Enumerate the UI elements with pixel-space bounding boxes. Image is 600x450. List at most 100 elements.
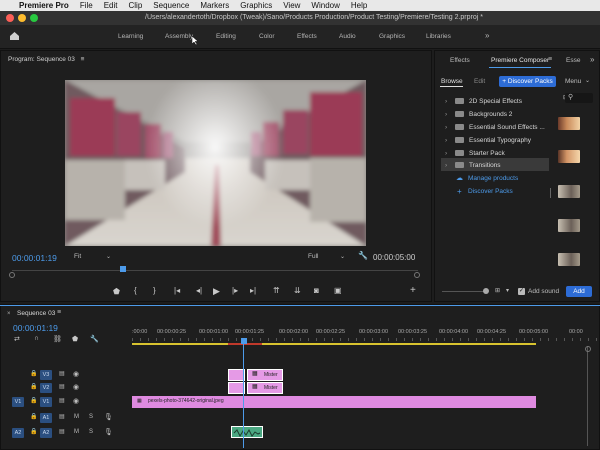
go-to-out-icon[interactable]: ▸| <box>250 286 256 295</box>
program-playhead[interactable] <box>120 266 126 272</box>
program-playhead-timecode[interactable]: 00:00:01:19 <box>12 253 57 263</box>
discover-packs-link[interactable]: Discover Packs <box>468 188 513 195</box>
clip-mister-v3[interactable]: ▦ Mister <box>247 369 283 381</box>
time-ruler[interactable] <box>132 338 600 341</box>
add-button-icon[interactable]: + <box>410 285 416 296</box>
panel-menu-icon[interactable]: ≡ <box>57 309 61 316</box>
transition-thumbnail[interactable] <box>558 150 580 163</box>
solo-button[interactable]: S <box>89 414 93 420</box>
workspace-learning[interactable]: Learning <box>118 33 143 40</box>
clip-mister-v2[interactable]: ▦ Mister <box>247 382 283 394</box>
workspace-libraries[interactable]: Libraries <box>426 33 451 40</box>
eye-icon[interactable]: ◉ <box>73 370 79 378</box>
more-tabs-icon[interactable]: » <box>590 55 594 64</box>
lock-icon[interactable]: 🔒 <box>30 370 37 377</box>
workspace-effects[interactable]: Effects <box>297 33 317 40</box>
workspace-assembly[interactable]: Assembly <box>165 33 193 40</box>
filter-icon[interactable]: ▾ <box>506 287 509 294</box>
close-sequence-icon[interactable]: × <box>7 311 11 317</box>
sync-lock-icon[interactable]: ▤ <box>59 397 65 404</box>
menu-view[interactable]: View <box>283 1 300 10</box>
lock-icon[interactable]: 🔒 <box>30 383 37 390</box>
workspace-editing[interactable]: Editing <box>216 33 236 40</box>
search-input[interactable]: ⚲ <box>565 93 593 103</box>
sync-lock-icon[interactable]: ▤ <box>59 413 65 420</box>
track-target-a2[interactable]: A2 <box>40 428 52 438</box>
audio-clip-a2[interactable] <box>231 426 263 438</box>
minimize-window-button[interactable] <box>18 14 26 22</box>
menu-edit[interactable]: Edit <box>104 1 118 10</box>
menu-window[interactable]: Window <box>311 1 339 10</box>
manage-products-link[interactable]: Manage products <box>468 175 518 182</box>
timeline-settings-icon[interactable]: 🔧 <box>90 335 99 343</box>
sync-lock-icon[interactable]: ▤ <box>59 370 65 377</box>
scrubber-end-handle[interactable] <box>414 272 420 278</box>
zoom-window-button[interactable] <box>30 14 38 22</box>
scrubber-start-handle[interactable] <box>9 272 15 278</box>
edit-tab[interactable]: Edit <box>474 78 485 85</box>
more-workspaces-icon[interactable]: » <box>485 31 489 40</box>
snap-icon[interactable]: ∩ <box>34 335 39 342</box>
lift-icon[interactable]: ⇈ <box>273 286 280 295</box>
track-target-v3[interactable]: V3 <box>40 370 52 380</box>
transition-thumbnail[interactable] <box>558 219 580 232</box>
sync-lock-icon[interactable]: ▤ <box>59 383 65 390</box>
add-marker-icon[interactable]: ⬟ <box>113 287 120 296</box>
lock-icon[interactable]: 🔒 <box>30 428 37 435</box>
go-to-in-icon[interactable]: |◂ <box>174 286 180 295</box>
add-marker-icon[interactable]: ⬟ <box>72 335 78 343</box>
folder-2d-special-effects[interactable]: › 2D Special Effects <box>445 95 522 107</box>
solo-button[interactable]: S <box>89 429 93 435</box>
export-frame-icon[interactable]: ◙ <box>314 286 319 295</box>
panel-resize-handle[interactable] <box>550 188 551 198</box>
mark-in-icon[interactable]: { <box>134 286 137 295</box>
zoom-dropdown-icon[interactable]: ⌄ <box>106 253 111 260</box>
step-back-icon[interactable]: ◂| <box>196 286 202 295</box>
lock-icon[interactable]: 🔒 <box>30 413 37 420</box>
track-target-v2[interactable]: V2 <box>40 383 52 393</box>
play-icon[interactable]: ▶ <box>213 286 220 297</box>
workspace-graphics[interactable]: Graphics <box>379 33 405 40</box>
mute-button[interactable]: M <box>74 429 79 435</box>
menu-markers[interactable]: Markers <box>200 1 229 10</box>
eye-icon[interactable]: ◉ <box>73 383 79 391</box>
menu-clip[interactable]: Clip <box>129 1 143 10</box>
extract-icon[interactable]: ⇊ <box>294 286 301 295</box>
timeline-playhead[interactable] <box>241 338 247 344</box>
add-button[interactable]: Add <box>566 286 592 297</box>
wrench-icon[interactable]: 🔧 <box>358 251 368 260</box>
zoom-level-select[interactable]: Fit <box>74 253 81 260</box>
nest-icon[interactable]: ⇄ <box>14 335 20 343</box>
workspace-audio[interactable]: Audio <box>339 33 356 40</box>
folder-essential-typography[interactable]: › Essential Typography <box>445 134 531 146</box>
mute-button[interactable]: M <box>74 414 79 420</box>
source-patch-v1[interactable]: V1 <box>12 397 24 407</box>
timeline-scrollbar[interactable] <box>585 346 591 446</box>
sync-lock-icon[interactable]: ▤ <box>59 428 65 435</box>
mark-out-icon[interactable]: } <box>153 286 156 295</box>
folder-essential-sound-effects[interactable]: › Essential Sound Effects ... <box>445 121 545 133</box>
microphone-icon[interactable]: 🎙 <box>104 413 113 421</box>
panel-menu-icon[interactable]: ≡ <box>81 56 85 63</box>
menu-file[interactable]: File <box>80 1 93 10</box>
add-sound-checkbox[interactable]: ✓ <box>518 288 525 295</box>
menu-graphics[interactable]: Graphics <box>240 1 272 10</box>
source-patch-a2[interactable]: A2 <box>12 428 24 438</box>
track-target-a1[interactable]: A1 <box>40 413 52 423</box>
program-scrubber-track[interactable] <box>12 270 418 271</box>
menu-dropdown[interactable]: Menu <box>565 78 581 85</box>
resolution-select[interactable]: Full <box>308 253 318 260</box>
transition-thumbnail[interactable] <box>558 117 580 130</box>
tab-premiere-composer[interactable]: Premiere Composer <box>491 57 549 64</box>
browse-tab[interactable]: Browse <box>441 78 463 85</box>
eye-icon[interactable]: ◉ <box>73 397 79 405</box>
work-area-bar[interactable] <box>132 343 536 345</box>
close-window-button[interactable] <box>6 14 14 22</box>
discover-packs-button[interactable]: + Discover Packs <box>499 76 556 87</box>
comparison-view-icon[interactable]: ▣ <box>334 286 342 295</box>
folder-backgrounds-2[interactable]: › Backgrounds 2 <box>445 108 512 120</box>
tab-effects[interactable]: Effects <box>450 57 470 64</box>
clip-pexels-photo[interactable]: ▦ pexels-photo-374642-original.jpeg <box>132 396 536 408</box>
thumbnail-size-handle[interactable] <box>483 288 489 294</box>
menu-chevron-down-icon[interactable]: ⌄ <box>585 77 590 84</box>
